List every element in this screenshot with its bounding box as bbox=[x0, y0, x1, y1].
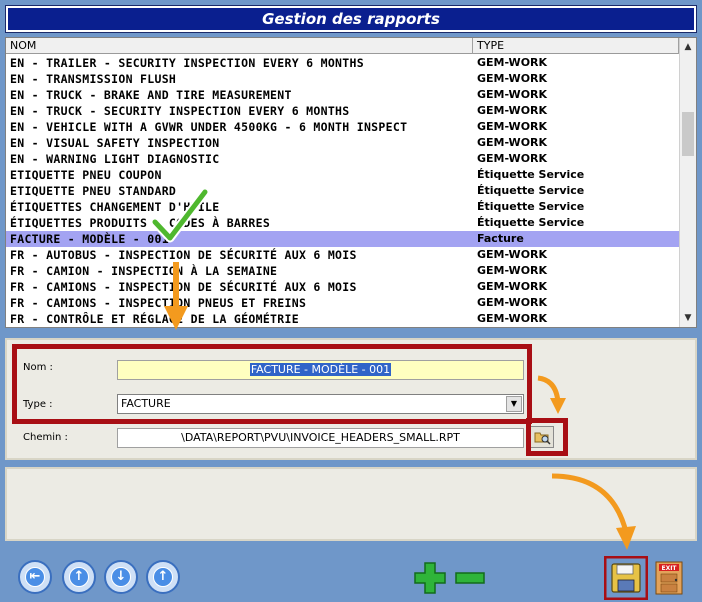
cell-type: Étiquette Service bbox=[477, 168, 585, 181]
column-header-type[interactable]: TYPE bbox=[473, 38, 679, 54]
status-panel bbox=[5, 467, 697, 541]
highlight-box-browse bbox=[526, 418, 568, 456]
chemin-label: Chemin : bbox=[23, 432, 68, 443]
cell-type: Étiquette Service bbox=[477, 200, 585, 213]
last-icon: ↑ bbox=[157, 569, 169, 584]
table-row[interactable]: EN - VISUAL SAFETY INSPECTION GEM-WORK bbox=[6, 135, 679, 151]
add-button[interactable] bbox=[412, 560, 448, 596]
cell-type: GEM-WORK bbox=[477, 88, 548, 101]
cell-type: GEM-WORK bbox=[477, 248, 548, 261]
cell-type: GEM-WORK bbox=[477, 312, 548, 325]
window-title: Gestion des rapports bbox=[8, 8, 694, 30]
cell-type: GEM-WORK bbox=[477, 72, 548, 85]
cell-type: GEM-WORK bbox=[477, 120, 548, 133]
table-row[interactable]: ÉTIQUETTES PRODUITS - CODES À BARRES Étiq… bbox=[6, 215, 679, 231]
cell-type: GEM-WORK bbox=[477, 104, 548, 117]
last-record-button[interactable]: ↑ bbox=[146, 560, 180, 594]
floppy-disk-icon bbox=[601, 553, 651, 602]
cell-nom: EN - TRAILER - SECURITY INSPECTION EVERY… bbox=[10, 56, 364, 70]
cell-type: GEM-WORK bbox=[477, 280, 548, 293]
column-header-nom[interactable]: NOM bbox=[6, 38, 473, 54]
table-row[interactable]: EN - TRUCK - BRAKE AND TIRE MEASUREMENT G… bbox=[6, 87, 679, 103]
report-list[interactable]: NOM TYPE EN - TRAILER - SECURITY INSPECT… bbox=[5, 37, 697, 328]
scroll-up-icon[interactable]: ▲ bbox=[680, 39, 696, 55]
vertical-scrollbar[interactable]: ▲ ▼ bbox=[679, 38, 696, 327]
plus-icon bbox=[414, 562, 446, 594]
cell-nom: FR - CONTRÔLE ET RÉGLAGE DE LA GÉOMÉTRIE bbox=[10, 312, 299, 326]
list-header: NOM TYPE bbox=[6, 38, 679, 54]
table-row[interactable]: ETIQUETTE PNEU COUPON Étiquette Service bbox=[6, 167, 679, 183]
exit-label: EXIT bbox=[661, 565, 677, 572]
cell-nom: FR - CAMIONS - INSPECTION DE SÉCURITÉ AU… bbox=[10, 280, 357, 294]
scroll-thumb[interactable] bbox=[682, 112, 694, 156]
table-row[interactable]: FR - AUTOBUS - INSPECTION DE SÉCURITÉ AU… bbox=[6, 247, 679, 263]
cell-type: Étiquette Service bbox=[477, 216, 585, 229]
cell-type: GEM-WORK bbox=[477, 152, 548, 165]
exit-button[interactable]: EXIT bbox=[652, 560, 686, 596]
table-row[interactable]: EN - TRANSMISSION FLUSH GEM-WORK bbox=[6, 71, 679, 87]
cell-type: GEM-WORK bbox=[477, 56, 548, 69]
title-bar: Gestion des rapports bbox=[5, 5, 697, 33]
cell-type: GEM-WORK bbox=[477, 296, 548, 309]
first-record-button[interactable]: ⇤ bbox=[18, 560, 52, 594]
table-row[interactable]: FR - CAMION - INSPECTION À LA SEMAINE GEM… bbox=[6, 263, 679, 279]
table-row[interactable]: EN - WARNING LIGHT DIAGNOSTIC GEM-WORK bbox=[6, 151, 679, 167]
cell-nom: EN - VISUAL SAFETY INSPECTION bbox=[10, 136, 220, 150]
cell-type: GEM-WORK bbox=[477, 136, 548, 149]
cell-nom: ETIQUETTE PNEU STANDARD bbox=[10, 184, 177, 198]
remove-button[interactable] bbox=[452, 560, 488, 596]
previous-record-button[interactable]: ↑ bbox=[62, 560, 96, 594]
cell-nom: FR - CAMIONS - INSPECTION PNEUS ET FREIN… bbox=[10, 296, 307, 310]
cell-nom: EN - TRUCK - SECURITY INSPECTION EVERY 6… bbox=[10, 104, 350, 118]
table-row[interactable]: FR - CONTRÔLE ET RÉGLAGE DE LA GÉOMÉTRIE… bbox=[6, 311, 679, 327]
cell-nom: ÉTIQUETTES CHANGEMENT D'HUILE bbox=[10, 200, 220, 214]
chemin-input[interactable]: \DATA\REPORT\PVU\INVOICE_HEADERS_SMALL.R… bbox=[117, 428, 524, 448]
table-row[interactable]: ÉTIQUETTES CHANGEMENT D'HUILE Étiquette S… bbox=[6, 199, 679, 215]
previous-icon: ↑ bbox=[73, 569, 85, 584]
table-row[interactable]: EN - VEHICLE WITH A GVWR UNDER 4500KG - … bbox=[6, 119, 679, 135]
cell-type: Facture bbox=[477, 232, 524, 245]
cell-nom: EN - VEHICLE WITH A GVWR UNDER 4500KG - … bbox=[10, 120, 408, 134]
cell-nom: EN - TRANSMISSION FLUSH bbox=[10, 72, 177, 86]
table-row[interactable]: EN - TRAILER - SECURITY INSPECTION EVERY… bbox=[6, 55, 679, 71]
exit-door-icon: EXIT bbox=[655, 561, 683, 595]
table-row[interactable]: FR - CAMIONS - INSPECTION PNEUS ET FREIN… bbox=[6, 295, 679, 311]
cell-nom: FACTURE - MODÈLE - 001 bbox=[10, 232, 169, 246]
first-icon: ⇤ bbox=[29, 569, 41, 584]
cell-nom: FR - CAMION - INSPECTION À LA SEMAINE bbox=[10, 264, 278, 278]
minus-icon bbox=[455, 572, 485, 584]
cell-nom: FR - AUTOBUS - INSPECTION DE SÉCURITÉ AU… bbox=[10, 248, 357, 262]
highlight-box-form bbox=[12, 344, 532, 424]
cell-nom: ETIQUETTE PNEU COUPON bbox=[10, 168, 162, 182]
next-icon: ↓ bbox=[115, 569, 127, 584]
next-record-button[interactable]: ↓ bbox=[104, 560, 138, 594]
scroll-down-icon[interactable]: ▼ bbox=[680, 310, 696, 326]
cell-nom: EN - TRUCK - BRAKE AND TIRE MEASUREMENT bbox=[10, 88, 292, 102]
table-row[interactable]: FR - CAMIONS - INSPECTION DE SÉCURITÉ AU… bbox=[6, 279, 679, 295]
table-row-selected[interactable]: FACTURE - MODÈLE - 001 Facture bbox=[6, 231, 679, 247]
table-row[interactable]: EN - TRUCK - SECURITY INSPECTION EVERY 6… bbox=[6, 103, 679, 119]
list-body: EN - TRAILER - SECURITY INSPECTION EVERY… bbox=[6, 55, 679, 327]
cell-nom: ÉTIQUETTES PRODUITS - CODES À BARRES bbox=[10, 216, 271, 230]
cell-nom: EN - WARNING LIGHT DIAGNOSTIC bbox=[10, 152, 220, 166]
cell-type: GEM-WORK bbox=[477, 264, 548, 277]
save-button[interactable] bbox=[601, 553, 651, 602]
table-row[interactable]: ETIQUETTE PNEU STANDARD Étiquette Service bbox=[6, 183, 679, 199]
cell-type: Étiquette Service bbox=[477, 184, 585, 197]
